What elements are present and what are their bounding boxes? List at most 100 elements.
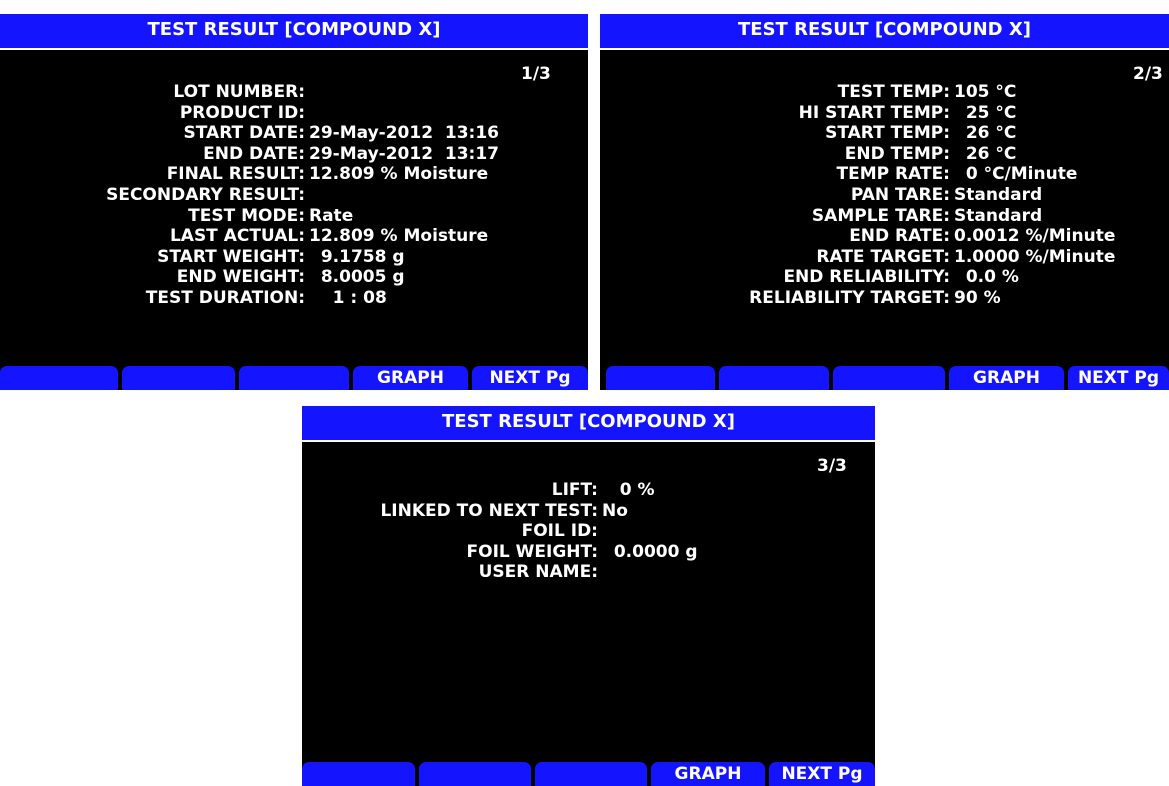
softkey-3[interactable] bbox=[833, 366, 945, 390]
test-result-screen-page-2: TEST RESULT [COMPOUND X] 2/3 TEST TEMP: 1… bbox=[600, 14, 1169, 390]
softkey-2[interactable] bbox=[122, 366, 235, 390]
page-indicator: 2/3 bbox=[1133, 64, 1163, 84]
field-row: LINKED TO NEXT TEST: No bbox=[302, 501, 875, 522]
next-page-button[interactable]: NEXT Pg bbox=[1068, 366, 1169, 390]
field-label: TEMP RATE: bbox=[836, 164, 950, 185]
field-row: END DATE: 29-May-2012 13:17 bbox=[0, 144, 588, 165]
field-label: END WEIGHT: bbox=[176, 267, 305, 288]
field-row: START WEIGHT: 9.1758 g bbox=[0, 247, 588, 268]
field-label: PRODUCT ID: bbox=[179, 102, 305, 123]
softkey-bar: GRAPH NEXT Pg bbox=[302, 762, 875, 786]
field-label: START TEMP: bbox=[825, 123, 950, 144]
field-label: TEST DURATION: bbox=[145, 287, 305, 308]
graph-button[interactable]: GRAPH bbox=[949, 366, 1064, 390]
test-result-screen-page-3: TEST RESULT [COMPOUND X] 3/3 LIFT: 0 % LI… bbox=[302, 406, 875, 786]
screen-title: TEST RESULT [COMPOUND X] bbox=[600, 14, 1169, 50]
field-row: TEST DURATION: 1 : 08 bbox=[0, 288, 588, 309]
field-row: PAN TARE: Standard bbox=[600, 185, 1169, 206]
page-indicator: 1/3 bbox=[521, 64, 551, 84]
field-value: 25 °C bbox=[954, 102, 1017, 123]
field-value: 12.809 % Moisture bbox=[309, 164, 489, 185]
field-row: USER NAME: bbox=[302, 562, 875, 583]
field-row: TEMP RATE: 0 °C/Minute bbox=[600, 164, 1169, 185]
field-label: HI START TEMP: bbox=[798, 102, 950, 123]
field-row: START DATE: 29-May-2012 13:16 bbox=[0, 123, 588, 144]
field-value: Rate bbox=[309, 205, 354, 226]
field-value: 0 % bbox=[602, 480, 655, 500]
field-row: FINAL RESULT: 12.809 % Moisture bbox=[0, 164, 588, 185]
field-value: 8.0005 g bbox=[309, 267, 405, 288]
next-page-button[interactable]: NEXT Pg bbox=[769, 762, 875, 786]
field-value: 105 °C bbox=[954, 82, 1017, 102]
result-fields: LOT NUMBER: PRODUCT ID: START DATE: 29-May-… bbox=[0, 82, 588, 309]
field-row: HI START TEMP: 25 °C bbox=[600, 103, 1169, 124]
field-value: 29-May-2012 13:16 bbox=[309, 123, 499, 144]
field-row: FOIL ID: bbox=[302, 521, 875, 542]
softkey-bar: GRAPH NEXT Pg bbox=[0, 366, 588, 390]
field-row: LIFT: 0 % bbox=[302, 480, 875, 501]
field-value: Standard bbox=[954, 184, 1043, 205]
field-row: SAMPLE TARE: Standard bbox=[600, 206, 1169, 227]
field-label: START DATE: bbox=[183, 123, 305, 144]
field-label: LINKED TO NEXT TEST: bbox=[380, 500, 598, 521]
field-value: 29-May-2012 13:17 bbox=[309, 143, 499, 164]
field-row: TEST TEMP: 105 °C bbox=[600, 82, 1169, 103]
field-label: END RATE: bbox=[849, 226, 950, 247]
field-row: LOT NUMBER: bbox=[0, 82, 588, 103]
field-label: LOT NUMBER: bbox=[173, 82, 305, 102]
field-label: PAN TARE: bbox=[850, 184, 950, 205]
field-label: END DATE: bbox=[203, 143, 305, 164]
field-label: LAST ACTUAL: bbox=[169, 226, 305, 247]
field-value: 0.0012 %/Minute bbox=[954, 226, 1116, 247]
test-result-screen-page-1: TEST RESULT [COMPOUND X] 1/3 LOT NUMBER:… bbox=[0, 14, 588, 390]
field-label: TEST TEMP: bbox=[837, 82, 950, 102]
result-fields: LIFT: 0 % LINKED TO NEXT TEST: No FOIL ID: F… bbox=[302, 480, 875, 583]
graph-button[interactable]: GRAPH bbox=[353, 366, 468, 390]
field-label: START WEIGHT: bbox=[157, 246, 305, 267]
field-row: FOIL WEIGHT: 0.0000 g bbox=[302, 542, 875, 563]
field-value: 90 % bbox=[954, 287, 1001, 308]
field-value: 12.809 % Moisture bbox=[309, 226, 489, 247]
field-value: 0 °C/Minute bbox=[954, 164, 1078, 185]
softkey-bar: GRAPH NEXT Pg bbox=[600, 366, 1169, 390]
field-row: PRODUCT ID: bbox=[0, 103, 588, 124]
field-value: 0.0 % bbox=[954, 267, 1019, 288]
graph-button[interactable]: GRAPH bbox=[651, 762, 765, 786]
field-label: END RELIABILITY: bbox=[783, 267, 950, 288]
field-label: LIFT: bbox=[551, 480, 598, 500]
result-fields: TEST TEMP: 105 °C HI START TEMP: 25 °C STAR… bbox=[600, 82, 1169, 309]
field-label: USER NAME: bbox=[478, 562, 598, 583]
softkey-3[interactable] bbox=[535, 762, 647, 786]
field-value: 1.0000 %/Minute bbox=[954, 246, 1116, 267]
field-value: No bbox=[602, 500, 628, 521]
softkey-1[interactable] bbox=[0, 366, 118, 390]
softkey-1[interactable] bbox=[302, 762, 415, 786]
field-row: SECONDARY RESULT: bbox=[0, 185, 588, 206]
field-value: 9.1758 g bbox=[309, 246, 405, 267]
field-label: END TEMP: bbox=[844, 143, 950, 164]
caption-text bbox=[0, 0, 1169, 14]
softkey-1[interactable] bbox=[606, 366, 715, 390]
field-row: LAST ACTUAL: 12.809 % Moisture bbox=[0, 226, 588, 247]
softkey-2[interactable] bbox=[719, 366, 829, 390]
field-label: RATE TARGET: bbox=[816, 246, 950, 267]
field-label: RELIABILITY TARGET: bbox=[749, 287, 950, 308]
field-label: FINAL RESULT: bbox=[166, 164, 305, 185]
field-row: END TEMP: 26 °C bbox=[600, 144, 1169, 165]
field-value: 0.0000 g bbox=[602, 541, 698, 562]
next-page-button[interactable]: NEXT Pg bbox=[472, 366, 588, 390]
field-label: FOIL WEIGHT: bbox=[466, 541, 598, 562]
page-indicator: 3/3 bbox=[817, 456, 847, 476]
field-value: 1 : 08 bbox=[309, 287, 387, 308]
screen-title: TEST RESULT [COMPOUND X] bbox=[0, 14, 588, 50]
screen-title: TEST RESULT [COMPOUND X] bbox=[302, 406, 875, 442]
softkey-3[interactable] bbox=[239, 366, 349, 390]
field-row: TEST MODE: Rate bbox=[0, 206, 588, 227]
softkey-2[interactable] bbox=[419, 762, 531, 786]
field-row: RATE TARGET: 1.0000 %/Minute bbox=[600, 247, 1169, 268]
field-row: END WEIGHT: 8.0005 g bbox=[0, 267, 588, 288]
field-row: END RATE: 0.0012 %/Minute bbox=[600, 226, 1169, 247]
field-row: END RELIABILITY: 0.0 % bbox=[600, 267, 1169, 288]
field-label: SECONDARY RESULT: bbox=[106, 184, 305, 205]
field-label: TEST MODE: bbox=[188, 205, 305, 226]
